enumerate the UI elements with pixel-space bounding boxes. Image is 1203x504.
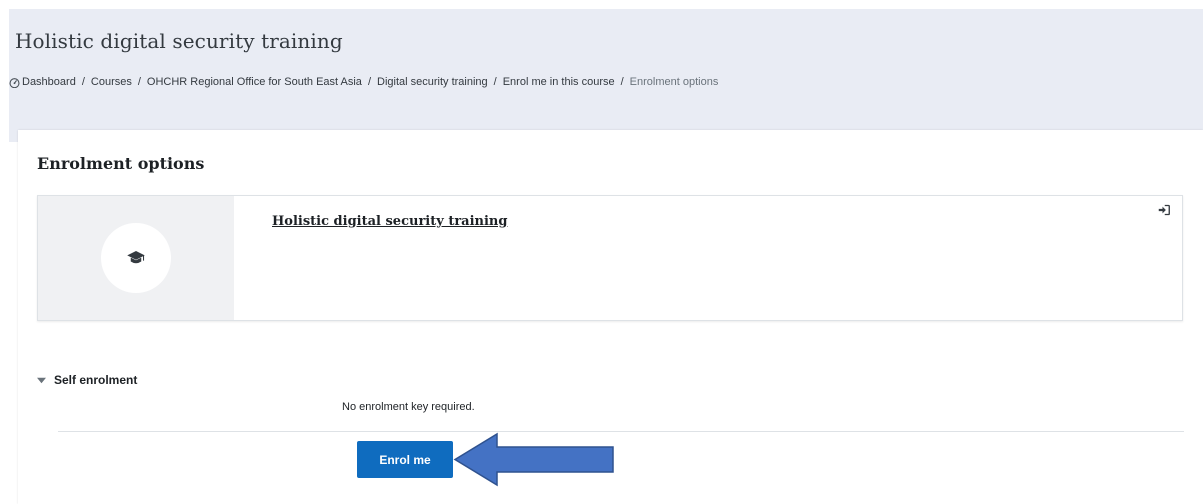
self-enrolment-toggle[interactable]: Self enrolment (37, 373, 137, 387)
caret-down-icon (37, 377, 46, 383)
dashboard-icon (9, 77, 20, 88)
divider (58, 431, 1184, 432)
breadcrumb-separator: / (137, 76, 141, 88)
sign-in-icon (1158, 204, 1170, 216)
breadcrumb-separator: / (81, 76, 85, 88)
breadcrumb-current: Enrolment options (629, 76, 719, 88)
breadcrumb-enrol[interactable]: Enrol me in this course (503, 76, 615, 88)
graduation-cap-icon (127, 251, 145, 264)
page-header: Holistic digital security training Dashb… (9, 9, 1203, 142)
course-box: Holistic digital security training (37, 195, 1183, 321)
breadcrumb-dashboard[interactable]: Dashboard (22, 76, 76, 88)
course-name-link[interactable]: Holistic digital security training (272, 214, 507, 229)
breadcrumb-separator: / (620, 76, 624, 88)
breadcrumb: Dashboard / Courses / OHCHR Regional Off… (9, 76, 718, 88)
breadcrumb-category[interactable]: OHCHR Regional Office for South East Asi… (147, 76, 362, 88)
annotation-arrow-icon (453, 432, 614, 487)
course-image-circle (101, 223, 171, 293)
breadcrumb-courses[interactable]: Courses (91, 76, 132, 88)
breadcrumb-course[interactable]: Digital security training (377, 76, 488, 88)
page-title: Holistic digital security training (15, 29, 343, 53)
breadcrumb-separator: / (367, 76, 371, 88)
course-image (38, 196, 234, 320)
section-title: Enrolment options (37, 154, 205, 173)
breadcrumb-separator: / (493, 76, 497, 88)
enrol-me-button[interactable]: Enrol me (357, 441, 453, 478)
enrolment-key-note: No enrolment key required. (342, 401, 475, 413)
self-enrolment-title: Self enrolment (54, 373, 138, 387)
